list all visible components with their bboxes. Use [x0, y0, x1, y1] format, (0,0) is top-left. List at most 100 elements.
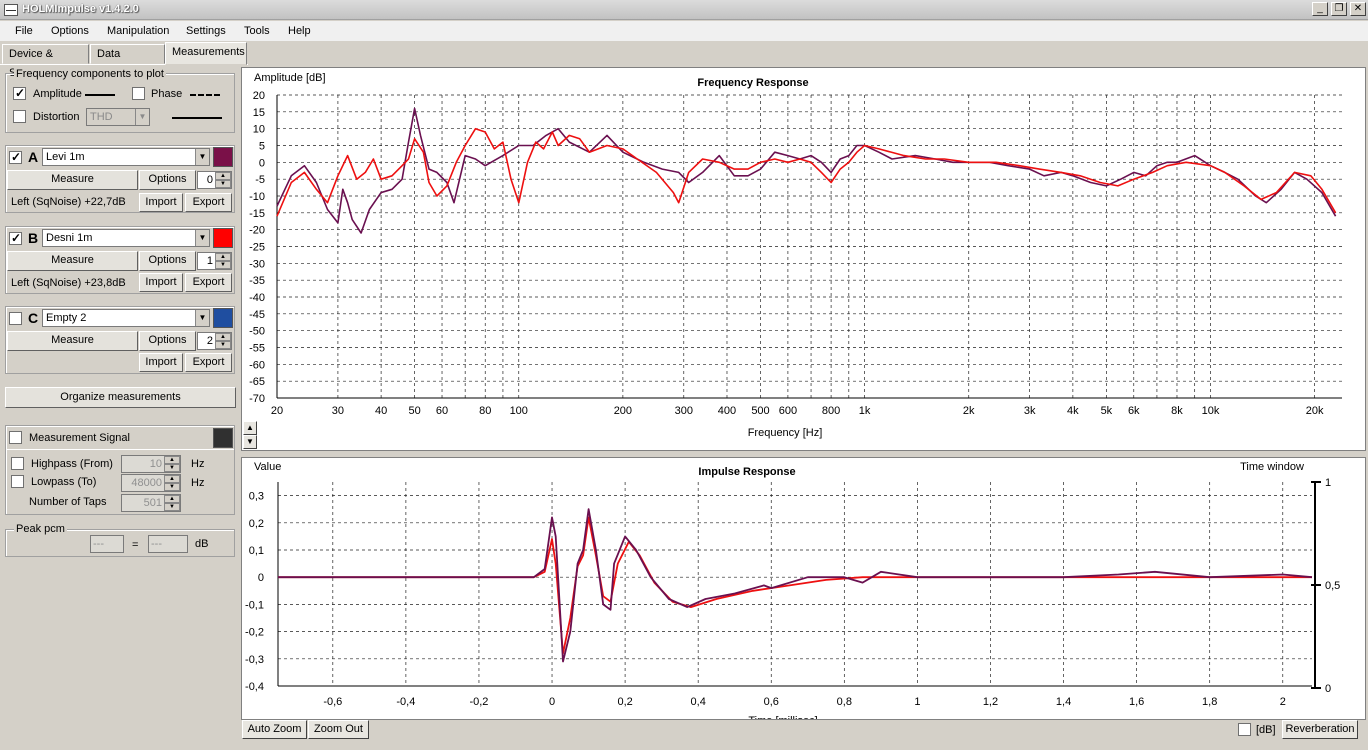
spin-down-icon[interactable]: ▼	[215, 261, 231, 269]
lowpass-spinner[interactable]: 48000 ▲ ▼	[121, 474, 181, 492]
tab-measurements[interactable]: Measurements	[165, 42, 247, 65]
collapse-up-button[interactable]: ▲	[243, 421, 257, 435]
measurement-b-name: Desni 1m	[46, 232, 93, 244]
measurement-c-options-button[interactable]: Options	[139, 331, 196, 351]
menu-tools[interactable]: Tools	[244, 25, 270, 37]
collapse-down-button[interactable]: ▼	[243, 435, 257, 449]
measurement-c-measure-button[interactable]: Measure	[7, 331, 138, 351]
x-tick-label: 100	[510, 405, 528, 417]
close-button[interactable]: ✕	[1350, 2, 1366, 16]
y-tick-label: -25	[249, 242, 265, 254]
x-tick-label: 2k	[963, 405, 975, 417]
x-tick-label: 1,8	[1202, 696, 1217, 708]
minimize-button[interactable]: _	[1312, 2, 1328, 16]
taps-spinner[interactable]: 501 ▲ ▼	[121, 494, 181, 512]
time-window-tick-label: 0,5	[1325, 580, 1340, 592]
measurement-b-checkbox[interactable]	[9, 231, 22, 245]
measurement-a-color-swatch[interactable]	[213, 147, 233, 167]
x-tick-label: 1,6	[1129, 696, 1144, 708]
distortion-label: Distortion	[33, 111, 80, 123]
measurement-b-index-spinner[interactable]: 1 ▲ ▼	[197, 252, 232, 270]
measurement-a-measure-button[interactable]: Measure	[7, 170, 138, 190]
measurement-b-import-button[interactable]: Import	[139, 273, 183, 292]
spin-down-icon[interactable]: ▼	[164, 464, 180, 472]
spin-up-icon[interactable]: ▲	[164, 456, 180, 464]
x-tick-label: 0	[549, 696, 555, 708]
highpass-checkbox[interactable]	[11, 457, 24, 470]
spin-up-icon[interactable]: ▲	[164, 495, 180, 503]
measurement-b-export-button[interactable]: Export	[185, 273, 232, 292]
spin-down-icon[interactable]: ▼	[215, 180, 231, 188]
measurement-c-index-spinner[interactable]: 2 ▲ ▼	[197, 332, 232, 350]
y-tick-label: 20	[253, 90, 265, 102]
measurement-c-select[interactable]: Empty 2 ▼	[42, 309, 210, 327]
measurement-signal-checkbox[interactable]	[9, 431, 22, 444]
measurement-a-options-button[interactable]: Options	[139, 170, 196, 190]
impulse-response-chart[interactable]: 0,3 0,2 0,1 0 -0,1 -0,2 -0,3 -0,4 -0,6 -0,4 -0,2 0 0…	[242, 458, 1365, 719]
phase-checkbox[interactable]	[132, 87, 145, 100]
measurement-a-select[interactable]: Levi 1m ▼	[42, 148, 210, 166]
menu-settings[interactable]: Settings	[186, 25, 226, 37]
x-tick-label: 5k	[1101, 405, 1113, 417]
organize-measurements-button[interactable]: Organize measurements	[5, 387, 236, 408]
restore-button[interactable]: ❐	[1331, 2, 1347, 16]
measurement-b-options-button[interactable]: Options	[139, 251, 196, 271]
frequency-response-chart[interactable]: 20151050-5-10-15-20-25-30-35-40-45-50-55…	[242, 68, 1365, 450]
measurement-c-name: Empty 2	[46, 312, 87, 324]
peak-equals: =	[132, 539, 139, 551]
spin-up-icon[interactable]: ▲	[215, 172, 231, 180]
distortion-select-value: THD	[90, 111, 113, 123]
y-axis-label: Amplitude [dB]	[254, 72, 326, 84]
x-tick-label: 3k	[1024, 405, 1036, 417]
distortion-checkbox[interactable]	[13, 110, 26, 123]
x-tick-label: 0,8	[837, 696, 852, 708]
menu-help[interactable]: Help	[288, 25, 311, 37]
measurement-c-import-button[interactable]: Import	[139, 353, 183, 372]
zoom-out-button[interactable]: Zoom Out	[308, 720, 369, 739]
auto-zoom-button[interactable]: Auto Zoom	[242, 720, 307, 739]
spin-down-icon[interactable]: ▼	[164, 483, 180, 491]
tab-device-signal[interactable]: Device & Signal	[2, 44, 89, 79]
menu-options[interactable]: Options	[51, 25, 89, 37]
x-axis-label: Time [millisec]	[748, 715, 817, 719]
amplitude-checkbox[interactable]	[13, 86, 26, 100]
measurement-c-checkbox[interactable]	[9, 312, 22, 325]
measurement-a-index-spinner[interactable]: 0 ▲ ▼	[197, 171, 232, 189]
distortion-select[interactable]: THD ▼	[86, 108, 150, 126]
measurement-a-import-button[interactable]: Import	[139, 193, 183, 212]
spin-up-icon[interactable]: ▲	[215, 253, 231, 261]
measurement-c-color-swatch[interactable]	[213, 308, 233, 328]
measurement-a-export-button[interactable]: Export	[185, 193, 232, 212]
peak-title: Peak pcm	[14, 523, 67, 535]
lowpass-checkbox[interactable]	[11, 475, 24, 488]
reverberation-button[interactable]: Reverberation	[1282, 720, 1358, 739]
frequency-response-panel[interactable]: 20 15 10 5 0 -5 -10 -15 -20 -25 -30 -35 -40 -45 -50 -55…	[241, 67, 1366, 451]
menu-manipulation[interactable]: Manipulation	[107, 25, 169, 37]
x-tick-label: 50	[409, 405, 421, 417]
spin-down-icon[interactable]: ▼	[215, 341, 231, 349]
menu-file[interactable]: File	[15, 25, 33, 37]
measurement-b-measure-button[interactable]: Measure	[7, 251, 138, 271]
spin-up-icon[interactable]: ▲	[215, 333, 231, 341]
spin-up-icon[interactable]: ▲	[164, 475, 180, 483]
measurement-b-select[interactable]: Desni 1m ▼	[42, 229, 210, 247]
y-tick-label: -70	[249, 393, 265, 405]
peak-unit: dB	[195, 538, 209, 550]
y-tick-label: -0,4	[245, 681, 264, 693]
measurement-a-checkbox[interactable]	[9, 150, 22, 164]
x-tick-label: -0,2	[469, 696, 488, 708]
spin-down-icon[interactable]: ▼	[164, 503, 180, 511]
highpass-spinner[interactable]: 10 ▲ ▼	[121, 455, 181, 473]
y-tick-label: 15	[253, 107, 265, 119]
measurement-signal-color-swatch[interactable]	[213, 428, 233, 448]
measurement-b-color-swatch[interactable]	[213, 228, 233, 248]
db-checkbox[interactable]	[1238, 723, 1251, 736]
y-tick-label: 10	[253, 124, 265, 136]
x-tick-label: 0,6	[764, 696, 779, 708]
measurement-c-export-button[interactable]: Export	[185, 353, 232, 372]
y-tick-label: 0	[258, 572, 264, 584]
tab-data-analysis[interactable]: Data analysis	[90, 44, 165, 79]
impulse-response-panel[interactable]: 0,3 0,2 0,1 0 -0,1 -0,2 -0,3 -0,4 -0,6 -0,4 -0,2 0 0…	[241, 457, 1366, 720]
x-tick-label: 800	[822, 405, 840, 417]
y-tick-label: -20	[249, 225, 265, 237]
